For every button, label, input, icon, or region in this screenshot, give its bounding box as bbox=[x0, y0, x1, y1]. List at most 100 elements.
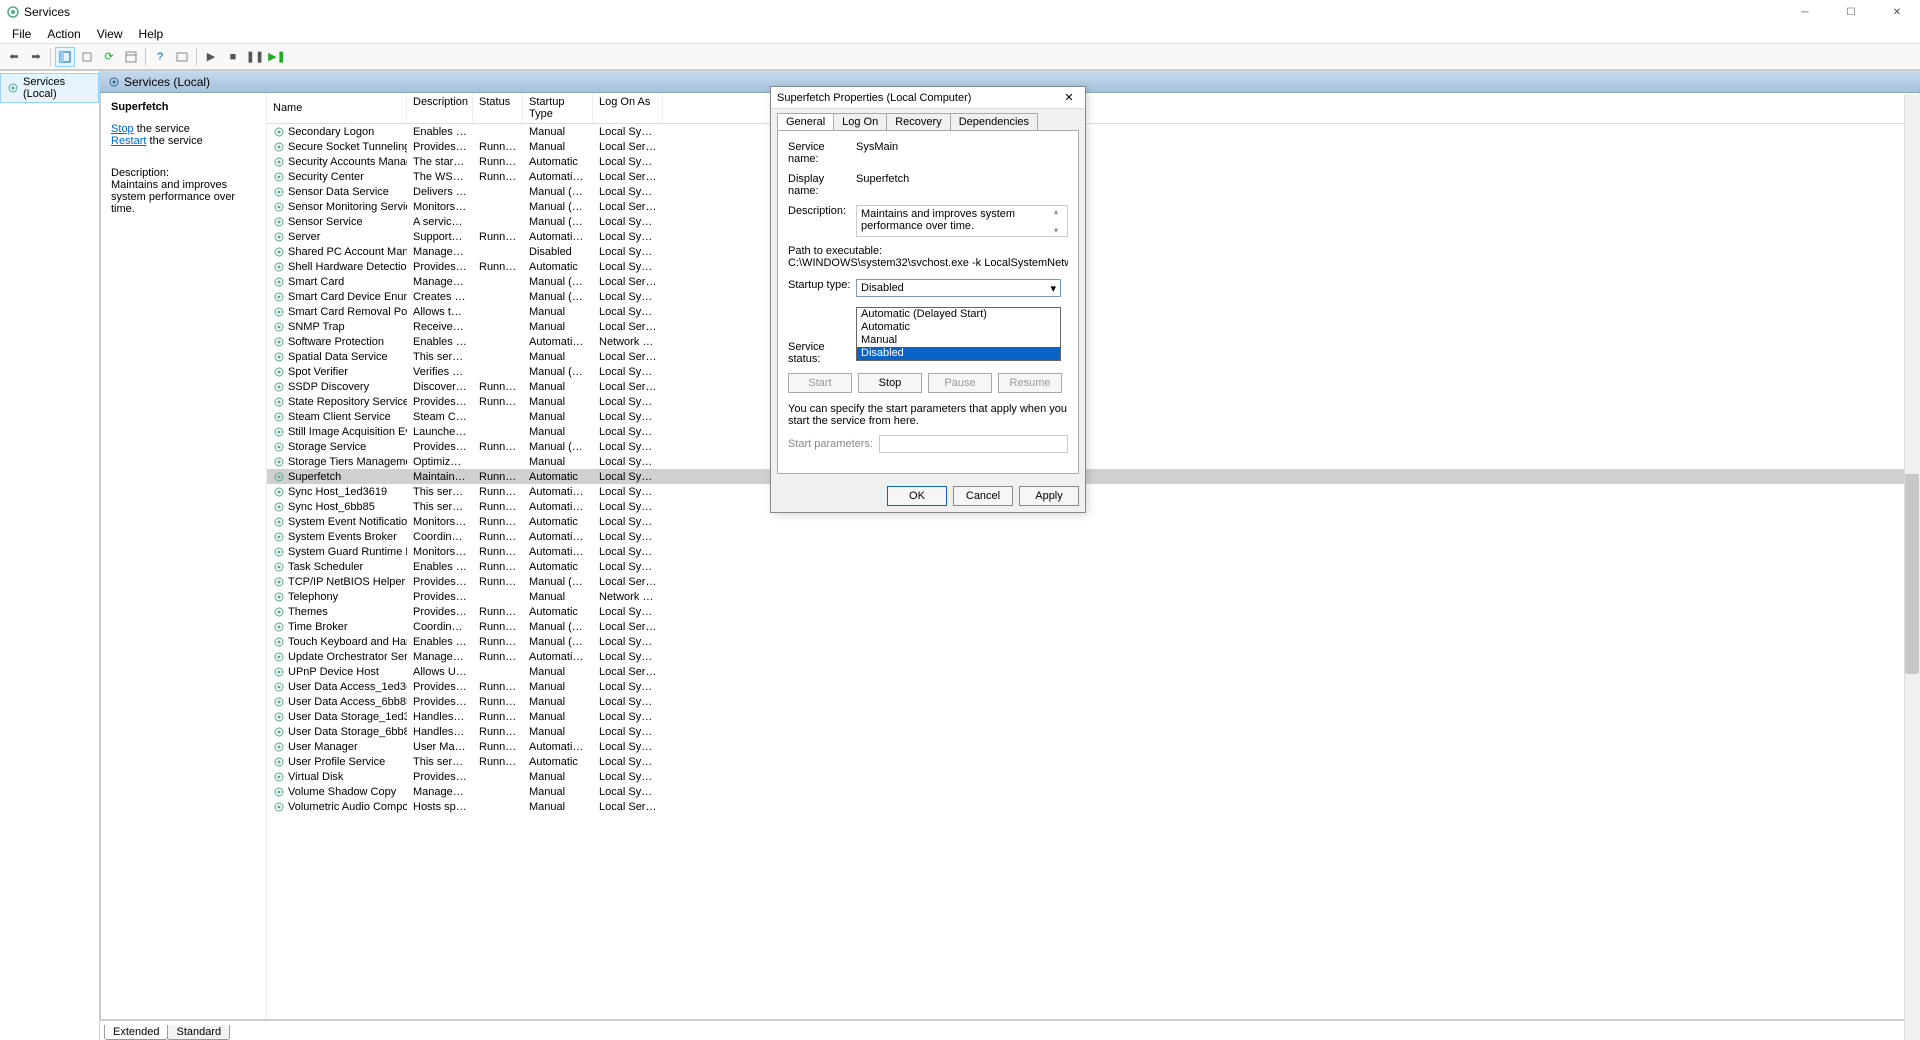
tab-recovery[interactable]: Recovery bbox=[886, 113, 950, 130]
tab-standard[interactable]: Standard bbox=[167, 1025, 230, 1040]
properties-icon[interactable] bbox=[121, 47, 141, 67]
service-row[interactable]: UPnP Device HostAllows UPn...ManualLocal… bbox=[267, 664, 1919, 679]
service-row[interactable]: SNMP TrapReceives tra...ManualLocal Serv… bbox=[267, 319, 1919, 334]
stop-service-icon[interactable]: ■ bbox=[223, 47, 243, 67]
dialog-close-icon[interactable]: ✕ bbox=[1059, 91, 1079, 104]
dropdown-option[interactable]: Manual bbox=[857, 334, 1060, 347]
service-row[interactable]: Secure Socket Tunneling Pr...Provides su… bbox=[267, 139, 1919, 154]
vertical-scrollbar[interactable] bbox=[1904, 94, 1920, 1040]
scroll-down-icon[interactable]: ▾ bbox=[1054, 226, 1066, 235]
menu-view[interactable]: View bbox=[89, 27, 131, 41]
service-list[interactable]: Name Description Status Startup Type Log… bbox=[266, 93, 1919, 1019]
scroll-up-icon[interactable]: ▴ bbox=[1054, 207, 1066, 216]
restart-service-icon[interactable]: ▶❚ bbox=[267, 47, 287, 67]
help-icon[interactable]: ? bbox=[150, 47, 170, 67]
service-row[interactable]: Volume Shadow CopyManages an...ManualLoc… bbox=[267, 784, 1919, 799]
cancel-button[interactable]: Cancel bbox=[953, 486, 1013, 506]
service-row[interactable]: Sync Host_6bb85This service ...RunningAu… bbox=[267, 499, 1919, 514]
service-row[interactable]: User Data Storage_1ed3619Handles sto...R… bbox=[267, 709, 1919, 724]
service-row[interactable]: User Profile ServiceThis service ...Runn… bbox=[267, 754, 1919, 769]
service-row[interactable]: Software ProtectionEnables the ...Automa… bbox=[267, 334, 1919, 349]
ok-button[interactable]: OK bbox=[887, 486, 947, 506]
tab-dependencies[interactable]: Dependencies bbox=[950, 113, 1038, 130]
export-list-icon[interactable] bbox=[77, 47, 97, 67]
minimize-button[interactable]: ─ bbox=[1782, 0, 1828, 24]
col-name[interactable]: Name bbox=[267, 93, 407, 123]
dropdown-option[interactable]: Disabled bbox=[857, 347, 1060, 360]
apply-button[interactable]: Apply bbox=[1019, 486, 1079, 506]
service-row[interactable]: Sync Host_1ed3619This service ...Running… bbox=[267, 484, 1919, 499]
service-row[interactable]: Volumetric Audio Composit...Hosts spatia… bbox=[267, 799, 1919, 814]
service-row[interactable]: Shell Hardware DetectionProvides no...Ru… bbox=[267, 259, 1919, 274]
menu-help[interactable]: Help bbox=[131, 27, 172, 41]
service-row[interactable]: System Events BrokerCoordinates...Runnin… bbox=[267, 529, 1919, 544]
service-row[interactable]: System Event Notification S...Monitors s… bbox=[267, 514, 1919, 529]
tab-extended[interactable]: Extended bbox=[104, 1025, 168, 1040]
close-button[interactable]: ✕ bbox=[1874, 0, 1920, 24]
service-row[interactable]: Virtual DiskProvides m...ManualLocal Sys… bbox=[267, 769, 1919, 784]
service-row[interactable]: User Data Storage_6bb85Handles sto...Run… bbox=[267, 724, 1919, 739]
service-row[interactable]: Spot VerifierVerifies pote...Manual (Tri… bbox=[267, 364, 1919, 379]
service-row[interactable]: TCP/IP NetBIOS HelperProvides su...Runni… bbox=[267, 574, 1919, 589]
service-row[interactable]: Sensor ServiceA service fo...Manual (Tri… bbox=[267, 214, 1919, 229]
service-row[interactable]: Secondary LogonEnables star...ManualLoca… bbox=[267, 124, 1919, 139]
service-row[interactable]: Sensor Monitoring ServiceMonitors va...M… bbox=[267, 199, 1919, 214]
col-startup-type[interactable]: Startup Type bbox=[523, 93, 593, 123]
scrollbar-thumb[interactable] bbox=[1905, 474, 1919, 674]
service-row[interactable]: Storage ServiceProvides en...RunningManu… bbox=[267, 439, 1919, 454]
service-row[interactable]: SSDP DiscoveryDiscovers n...RunningManua… bbox=[267, 379, 1919, 394]
col-logon-as[interactable]: Log On As bbox=[593, 93, 663, 123]
service-row[interactable]: Still Image Acquisition EventsLaunches a… bbox=[267, 424, 1919, 439]
service-row[interactable]: User ManagerUser Manag...RunningAutomati… bbox=[267, 739, 1919, 754]
pause-button[interactable]: Pause bbox=[928, 373, 992, 393]
service-row[interactable]: Spatial Data ServiceThis service ...Manu… bbox=[267, 349, 1919, 364]
resume-button[interactable]: Resume bbox=[998, 373, 1062, 393]
service-row[interactable]: Update Orchestrator ServiceManages W...R… bbox=[267, 649, 1919, 664]
service-row[interactable]: ThemesProvides us...RunningAutomaticLoca… bbox=[267, 604, 1919, 619]
service-row[interactable]: Sensor Data ServiceDelivers dat...Manual… bbox=[267, 184, 1919, 199]
service-row[interactable]: User Data Access_6bb85Provides ap...Runn… bbox=[267, 694, 1919, 709]
forward-icon[interactable]: ➡ bbox=[26, 47, 46, 67]
service-row[interactable]: Security Accounts ManagerThe startup ...… bbox=[267, 154, 1919, 169]
service-row[interactable]: Shared PC Account ManagerManages pr...Di… bbox=[267, 244, 1919, 259]
startup-type-select[interactable]: Disabled ▾ bbox=[856, 279, 1061, 297]
show-hide-tree-icon[interactable] bbox=[55, 47, 75, 67]
dialog-title-bar[interactable]: Superfetch Properties (Local Computer) ✕ bbox=[771, 87, 1085, 109]
service-row[interactable]: Task SchedulerEnables a us...RunningAuto… bbox=[267, 559, 1919, 574]
start-button[interactable]: Start bbox=[788, 373, 852, 393]
stop-service-link[interactable]: Stop bbox=[111, 123, 134, 135]
col-description[interactable]: Description bbox=[407, 93, 473, 123]
service-row[interactable]: ServerSupports fil...RunningAutomatic (T… bbox=[267, 229, 1919, 244]
service-row[interactable]: Smart Card Removal PolicyAllows the s...… bbox=[267, 304, 1919, 319]
tree-root[interactable]: Services (Local) bbox=[0, 73, 99, 103]
col-status[interactable]: Status bbox=[473, 93, 523, 123]
restart-service-link[interactable]: Restart bbox=[111, 135, 146, 147]
refresh-icon[interactable]: ⟳ bbox=[99, 47, 119, 67]
menu-file[interactable]: File bbox=[4, 27, 39, 41]
service-row[interactable]: SuperfetchMaintains a...RunningAutomatic… bbox=[267, 469, 1919, 484]
dropdown-option[interactable]: Automatic (Delayed Start) bbox=[857, 308, 1060, 321]
back-icon[interactable]: ⬅ bbox=[4, 47, 24, 67]
service-row[interactable]: Touch Keyboard and Hand...Enables Tou...… bbox=[267, 634, 1919, 649]
service-row[interactable]: System Guard Runtime Mo...Monitors an...… bbox=[267, 544, 1919, 559]
dropdown-option[interactable]: Automatic bbox=[857, 321, 1060, 334]
service-row[interactable]: Storage Tiers ManagementOptimizes t...Ma… bbox=[267, 454, 1919, 469]
service-row[interactable]: Steam Client ServiceSteam Clien...Manual… bbox=[267, 409, 1919, 424]
tab-general[interactable]: General bbox=[777, 113, 834, 130]
tab-logon[interactable]: Log On bbox=[833, 113, 887, 130]
filter-icon[interactable] bbox=[172, 47, 192, 67]
service-row[interactable]: Time BrokerCoordinates...RunningManual (… bbox=[267, 619, 1919, 634]
service-row[interactable]: TelephonyProvides Tel...ManualNetwork S.… bbox=[267, 589, 1919, 604]
maximize-button[interactable]: ☐ bbox=[1828, 0, 1874, 24]
service-row[interactable]: Security CenterThe WSCSV...RunningAutoma… bbox=[267, 169, 1919, 184]
description-textbox[interactable]: Maintains and improves system performanc… bbox=[856, 205, 1068, 237]
start-service-icon[interactable]: ▶ bbox=[201, 47, 221, 67]
service-row[interactable]: Smart CardManages ac...Manual (Trig...Lo… bbox=[267, 274, 1919, 289]
service-row[interactable]: User Data Access_1ed3619Provides ap...Ru… bbox=[267, 679, 1919, 694]
service-row[interactable]: State Repository ServiceProvides re...Ru… bbox=[267, 394, 1919, 409]
startup-type-dropdown[interactable]: Automatic (Delayed Start)AutomaticManual… bbox=[856, 307, 1061, 361]
menu-action[interactable]: Action bbox=[39, 27, 88, 41]
service-row[interactable]: Smart Card Device Enumera...Creates soft… bbox=[267, 289, 1919, 304]
pause-service-icon[interactable]: ❚❚ bbox=[245, 47, 265, 67]
stop-button[interactable]: Stop bbox=[858, 373, 922, 393]
